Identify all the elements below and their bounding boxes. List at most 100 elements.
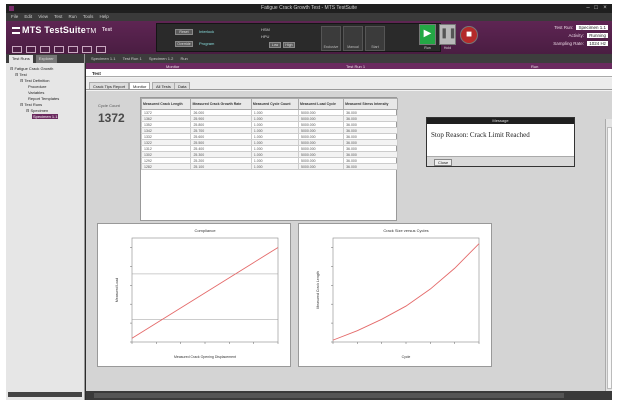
manual-control[interactable]: Manual (343, 26, 363, 51)
column-header[interactable]: Measured Stress Intensity (343, 98, 398, 110)
vertical-scrollbar[interactable] (605, 119, 612, 400)
minimize-icon[interactable]: – (584, 5, 592, 12)
table-cell: 1.000 (250, 163, 300, 170)
tab-data[interactable]: Data (174, 82, 191, 89)
table-cell: 1282 (140, 163, 192, 170)
table-cell: 36.000 (343, 163, 398, 170)
dialog-message: Stop Reason: Crack Limit Reached (431, 131, 530, 139)
crack-size-plot: Crack Size versus Cycles Cycle Measured Cr… (298, 223, 492, 367)
vertical-scroll-thumb[interactable] (607, 127, 612, 389)
dialog-footer: Close (427, 156, 574, 166)
column-header[interactable]: Measured Cycle Count (250, 98, 300, 110)
cycle-count-value: 1372 (98, 111, 125, 125)
save-icon[interactable] (40, 46, 50, 53)
y-axis-label: Measured Load (115, 278, 119, 302)
menu-tools[interactable]: Tools (83, 13, 94, 21)
run-button[interactable]: ▶ Run (419, 24, 436, 50)
menu-view[interactable]: View (38, 13, 48, 21)
chart-svg: Compliance Measured Crack Opening Displac… (115, 228, 279, 359)
data-table: Measured Crack Length Measured Crack Gro… (140, 98, 398, 170)
menu-run[interactable]: Run (68, 13, 76, 21)
hold-button[interactable]: ❚❚ Hold (439, 24, 457, 50)
application-window: Fatigue Crack Growth Test - MTS TestSuit… (6, 4, 612, 400)
redo-icon[interactable] (68, 46, 78, 53)
logo-icon (12, 27, 20, 34)
exclusive-control[interactable]: Exclusive (321, 26, 341, 51)
table-cell: 5000.000 (297, 163, 345, 170)
tab-monitor[interactable]: Monitor (129, 82, 151, 89)
doc-tab-2[interactable]: Test Run 1 (123, 54, 142, 63)
cycle-count-label: Cycle Count (98, 103, 120, 108)
section-bar: Test (86, 69, 612, 77)
title-bar: Fatigue Crack Growth Test - MTS TestSuit… (6, 4, 612, 13)
table-row[interactable]: 1282 25.100 1.000 5000.000 36.000 (140, 163, 398, 170)
tab-explorer[interactable]: Explorer (35, 55, 57, 63)
override-button[interactable]: Override (175, 41, 193, 47)
view-tabs: Crack Tips Report Monitor All Tests Data (86, 78, 612, 90)
window-title: Fatigue Crack Growth Test - MTS TestSuit… (261, 5, 357, 11)
hsm-label: HSM (261, 27, 270, 32)
open-icon[interactable] (26, 46, 36, 53)
plot-area (131, 237, 279, 343)
play-icon: ▶ (423, 28, 432, 39)
tab-test-runs[interactable]: Test Runs (9, 55, 33, 63)
horizontal-scrollbar[interactable] (86, 391, 612, 400)
column-header[interactable]: Measured Load Cycle (297, 98, 345, 110)
interlock-indicator: Interlock (199, 29, 215, 34)
stop-icon: ■ (465, 29, 473, 40)
column-header[interactable]: Measured Crack Growth Rate (190, 98, 252, 110)
menu-file[interactable]: File (11, 13, 18, 21)
y-axis-label: Measured Crack Length (316, 271, 320, 308)
explorer-panel: Test Runs Explorer ⊟ Fatigue Crack Growth… (6, 54, 85, 400)
reset-button[interactable]: Reset (175, 29, 193, 35)
menu-bar: File Edit View Test Run Tools Help (6, 13, 612, 21)
message-dialog: Message Stop Reason: Crack Limit Reached… (426, 117, 575, 167)
low-button[interactable]: Low (269, 42, 281, 48)
x-axis-label: Cycle (402, 355, 411, 359)
tree-item-specimen-1-1[interactable]: Specimen 1.1 (8, 114, 82, 120)
document-tabs: Specimen 1.1 Test Run 1 Specimen 1.2 Run (85, 54, 612, 63)
menu-help[interactable]: Help (100, 13, 109, 21)
high-button[interactable]: High (283, 42, 295, 48)
data-table-panel: Measured Crack Length Measured Crack Gro… (140, 97, 398, 221)
column-header[interactable]: Measured Crack Length (140, 98, 192, 110)
undo-icon[interactable] (54, 46, 64, 53)
main-panel: Monitor Test Run 1 Run Test Crack Tips R… (86, 63, 612, 400)
hpu-label: HPU (261, 34, 270, 39)
monitor-content: Cycle Count 1372 Measured Crack Length M… (86, 91, 612, 400)
start-control[interactable]: Start (365, 26, 385, 51)
chart-title: Compliance (194, 228, 216, 233)
export-icon[interactable] (96, 46, 106, 53)
chart-title: Crack Size versus Cycles (383, 228, 428, 233)
station-controls: Reset Override Interlock Program HSM HPU… (156, 23, 441, 52)
menu-test[interactable]: Test (54, 13, 62, 21)
pause-icon: ❚❚ (440, 28, 457, 39)
connection-label: Test (102, 27, 112, 33)
activity-value: Running (587, 33, 608, 38)
stop-button[interactable]: ■ (460, 26, 478, 44)
dialog-close-button[interactable]: Close (434, 159, 453, 166)
doc-tab-3[interactable]: Specimen 1.2 (149, 54, 173, 63)
app-header: MTS TestSuiteTM Test Reset Override Inte… (6, 21, 612, 54)
app-logo: MTS TestSuiteTM (12, 25, 96, 35)
compliance-plot: Compliance Measured Crack Opening Displac… (97, 223, 291, 367)
dialog-title: Message (427, 118, 574, 124)
run-info: Test Run: Specimen 1.1 Activity: Running… (553, 25, 608, 46)
chart-svg: Crack Size versus Cycles Cycle Measured Cr… (316, 228, 480, 359)
table-cell: 25.100 (190, 163, 252, 170)
print-icon[interactable] (82, 46, 92, 53)
section-title: Test (92, 71, 101, 76)
doc-tab-1[interactable]: Specimen 1.1 (91, 54, 115, 63)
menu-edit[interactable]: Edit (24, 13, 32, 21)
explorer-status-bar (8, 392, 82, 397)
new-icon[interactable] (12, 46, 22, 53)
maximize-icon[interactable]: □ (592, 5, 600, 12)
close-icon[interactable]: × (601, 5, 609, 12)
sampling-rate-value: 1024 Hz (587, 41, 608, 46)
program-indicator: Program (199, 41, 215, 46)
plot-area (332, 237, 480, 343)
horizontal-scroll-thumb[interactable] (94, 393, 564, 398)
tab-crack-tips-report[interactable]: Crack Tips Report (89, 82, 130, 89)
doc-tab-4[interactable]: Run (180, 54, 187, 63)
tab-all-tests[interactable]: All Tests (152, 82, 175, 89)
